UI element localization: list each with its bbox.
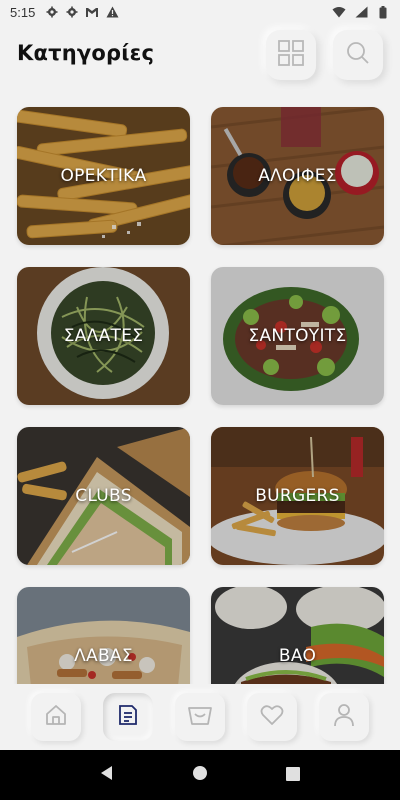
grid-icon [278, 40, 304, 70]
app-screen: 5:15 Κατηγορίες ΟΡΕΚΤΙΚΑ ΑΛΟΙΦΕΣ ΣΑΛΑΤΕΣ… [0, 0, 400, 800]
nav-basket-button[interactable] [175, 693, 225, 741]
page-title: Κατηγορίες [17, 41, 155, 65]
category-label: ΟΡΕΚΤΙΚΑ [60, 166, 147, 186]
system-home-button[interactable] [185, 760, 215, 790]
heart-icon [260, 704, 284, 730]
search-icon [346, 41, 370, 69]
warning-icon [105, 5, 119, 19]
gear-icon [65, 5, 79, 19]
grid-view-button[interactable] [266, 30, 316, 80]
nav-profile-button[interactable] [319, 693, 369, 741]
category-label: ΛΑΒΑΣ [74, 646, 133, 666]
wifi-icon [332, 5, 346, 19]
home-circle-icon [192, 765, 208, 785]
category-card[interactable]: ΑΛΟΙΦΕΣ [211, 107, 384, 245]
nav-home-button[interactable] [31, 693, 81, 741]
nav-favorites-button[interactable] [247, 693, 297, 741]
basket-icon [187, 703, 213, 731]
category-card[interactable]: ΟΡΕΚΤΙΚΑ [17, 107, 190, 245]
category-label: BAO [278, 646, 317, 666]
system-recents-button[interactable] [278, 760, 308, 790]
nav-menu-button[interactable] [103, 693, 153, 741]
category-card[interactable]: BURGERS [211, 427, 384, 565]
category-card[interactable]: CLUBS [17, 427, 190, 565]
header: Κατηγορίες [0, 24, 400, 94]
category-label: BURGERS [255, 486, 340, 506]
category-card[interactable]: ΣΑΝΤΟΥΙΤΣ [211, 267, 384, 405]
bottom-navigation [0, 684, 400, 750]
category-label: ΑΛΟΙΦΕΣ [258, 166, 337, 186]
category-label: ΣΑΝΤΟΥΙΤΣ [248, 326, 347, 346]
status-time: 5:15 [10, 4, 36, 20]
category-label: ΣΑΛΑΤΕΣ [63, 326, 144, 346]
system-back-button[interactable] [92, 760, 122, 790]
category-card[interactable]: ΣΑΛΑΤΕΣ [17, 267, 190, 405]
battery-icon [376, 5, 390, 19]
home-icon [44, 703, 68, 731]
signal-icon [354, 5, 368, 19]
search-button[interactable] [333, 30, 383, 80]
user-icon [333, 703, 355, 731]
gear-icon [45, 5, 59, 19]
menu-icon [117, 703, 139, 731]
system-navigation-bar [0, 750, 400, 800]
category-label: CLUBS [75, 486, 132, 506]
status-bar: 5:15 [0, 0, 400, 24]
recents-square-icon [286, 766, 301, 785]
back-triangle-icon [99, 765, 115, 785]
gmail-icon [85, 5, 99, 19]
